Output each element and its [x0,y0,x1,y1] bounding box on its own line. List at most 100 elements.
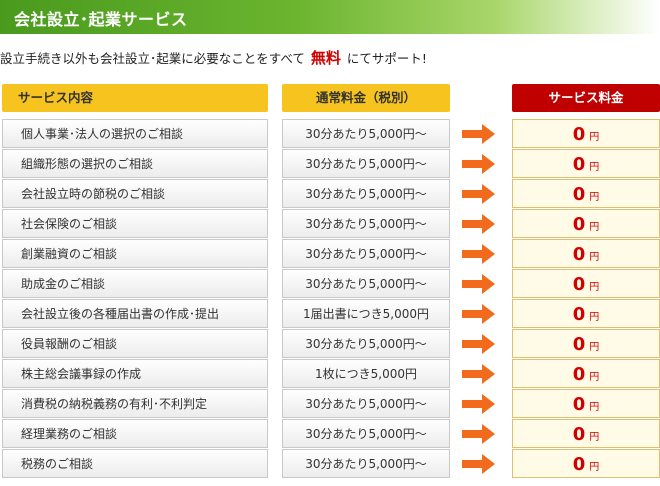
service-fee: 0円 [512,239,660,268]
fee-unit: 円 [589,192,600,203]
intro-after: にてサポート! [346,51,427,66]
table-row: 社会保険のご相談 30分あたり5,000円～ 0 円 [0,209,660,239]
column-header-service-fee: サービス料金 [512,84,660,112]
service-fee: 0円 [512,389,660,418]
right-arrow-icon-svg [462,454,495,474]
table-row: 役員報酬のご相談 30分あたり5,000円～ 0 円 [0,329,660,359]
service-fee: 0円 [512,299,660,328]
right-arrow-icon-svg [462,154,495,174]
page-title: 会社設立･起業サービス [14,10,188,29]
fee-unit: 円 [589,342,600,353]
page-header: 会社設立･起業サービス [0,0,660,34]
fee-amount: 0 [572,334,586,355]
table-row: 個人事業･法人の選択のご相談 30分あたり5,000円～ 0 円 [0,119,660,149]
right-arrow-icon [462,393,502,415]
fee-amount: 0 [572,304,586,325]
service-name: 個人事業･法人の選択のご相談 [2,119,268,148]
table-row: 創業融資のご相談 30分あたり5,000円～ 0 円 [0,239,660,269]
right-arrow-icon-svg [462,244,495,264]
fee-amount: 0 [572,394,586,415]
service-name: 社会保険のご相談 [2,209,268,238]
fee-unit: 円 [589,312,600,323]
table-row: 会社設立時の節税のご相談 30分あたり5,000円～ 0 円 [0,179,660,209]
fee-amount: 0 [572,214,586,235]
right-arrow-icon [462,243,502,265]
right-arrow-icon-svg [462,184,495,204]
service-fee: 0円 [512,419,660,448]
regular-price: 30分あたり5,000円～ [282,209,450,238]
right-arrow-icon [462,303,502,325]
regular-price: 30分あたり5,000円～ [282,119,450,148]
table-row: 会社設立後の各種届出書の作成･提出 1届出書につき5,000円 0 円 [0,299,660,329]
service-name: 会社設立後の各種届出書の作成･提出 [2,299,268,328]
fee-amount: 0 [572,244,586,265]
fee-unit: 円 [589,132,600,143]
fee-unit: 円 [589,162,600,173]
intro-free-highlight: 無料 [310,49,341,67]
service-name: 消費税の納税義務の有利･不利判定 [2,389,268,418]
right-arrow-icon-svg [462,214,495,234]
fee-unit: 円 [589,402,600,413]
column-header-regular-price: 通常料金（税別） [282,84,450,112]
right-arrow-icon-svg [462,124,495,144]
right-arrow-icon-svg [462,274,495,294]
fee-amount: 0 [572,154,586,175]
fee-unit: 円 [589,372,600,383]
service-fee: 0円 [512,449,660,478]
regular-price: 30分あたり5,000円～ [282,239,450,268]
regular-price: 30分あたり5,000円～ [282,179,450,208]
fee-amount: 0 [572,364,586,385]
fee-amount: 0 [572,124,586,145]
service-fee: 0円 [512,149,660,178]
regular-price: 1届出書につき5,000円 [282,299,450,328]
fee-unit: 円 [589,282,600,293]
right-arrow-icon [462,363,502,385]
table-row: 税務のご相談 30分あたり5,000円～ 0 円 [0,449,660,479]
right-arrow-icon [462,453,502,475]
service-table: 個人事業･法人の選択のご相談 30分あたり5,000円～ 0 円組織形態の選択のご相談… [0,119,660,479]
service-name: 助成金のご相談 [2,269,268,298]
intro-before: 設立手続き以外も会社設立･起業に必要なことをすべて [0,51,305,66]
right-arrow-icon [462,423,502,445]
regular-price: 30分あたり5,000円～ [282,419,450,448]
right-arrow-icon-svg [462,334,495,354]
right-arrow-icon-svg [462,364,495,384]
table-row: 経理業務のご相談 30分あたり5,000円～ 0 円 [0,419,660,449]
right-arrow-icon [462,153,502,175]
right-arrow-icon [462,213,502,235]
regular-price: 30分あたり5,000円～ [282,389,450,418]
service-fee: 0円 [512,269,660,298]
service-fee: 0円 [512,209,660,238]
service-name: 会社設立時の節税のご相談 [2,179,268,208]
fee-amount: 0 [572,274,586,295]
right-arrow-icon [462,273,502,295]
fee-amount: 0 [572,424,586,445]
service-name: 組織形態の選択のご相談 [2,149,268,178]
right-arrow-icon-svg [462,394,495,414]
service-fee: 0円 [512,179,660,208]
table-row: 消費税の納税義務の有利･不利判定 30分あたり5,000円～ 0 円 [0,389,660,419]
service-name: 経理業務のご相談 [2,419,268,448]
right-arrow-icon [462,333,502,355]
fee-unit: 円 [589,432,600,443]
service-name: 税務のご相談 [2,449,268,478]
right-arrow-icon [462,123,502,145]
service-fee: 0円 [512,119,660,148]
right-arrow-icon-svg [462,424,495,444]
regular-price: 30分あたり5,000円～ [282,149,450,178]
fee-unit: 円 [589,222,600,233]
column-header-service: サービス内容 [2,84,268,112]
regular-price: 30分あたり5,000円～ [282,449,450,478]
right-arrow-icon-svg [462,304,495,324]
service-name: 創業融資のご相談 [2,239,268,268]
regular-price: 30分あたり5,000円～ [282,269,450,298]
fee-unit: 円 [589,462,600,473]
right-arrow-icon [462,183,502,205]
table-row: 組織形態の選択のご相談 30分あたり5,000円～ 0 円 [0,149,660,179]
table-row: 株主総会議事録の作成 1枚につき5,000円 0 円 [0,359,660,389]
fee-amount: 0 [572,454,586,475]
table-row: 助成金のご相談 30分あたり5,000円～ 0 円 [0,269,660,299]
regular-price: 30分あたり5,000円～ [282,329,450,358]
service-name: 株主総会議事録の作成 [2,359,268,388]
service-fee: 0円 [512,359,660,388]
